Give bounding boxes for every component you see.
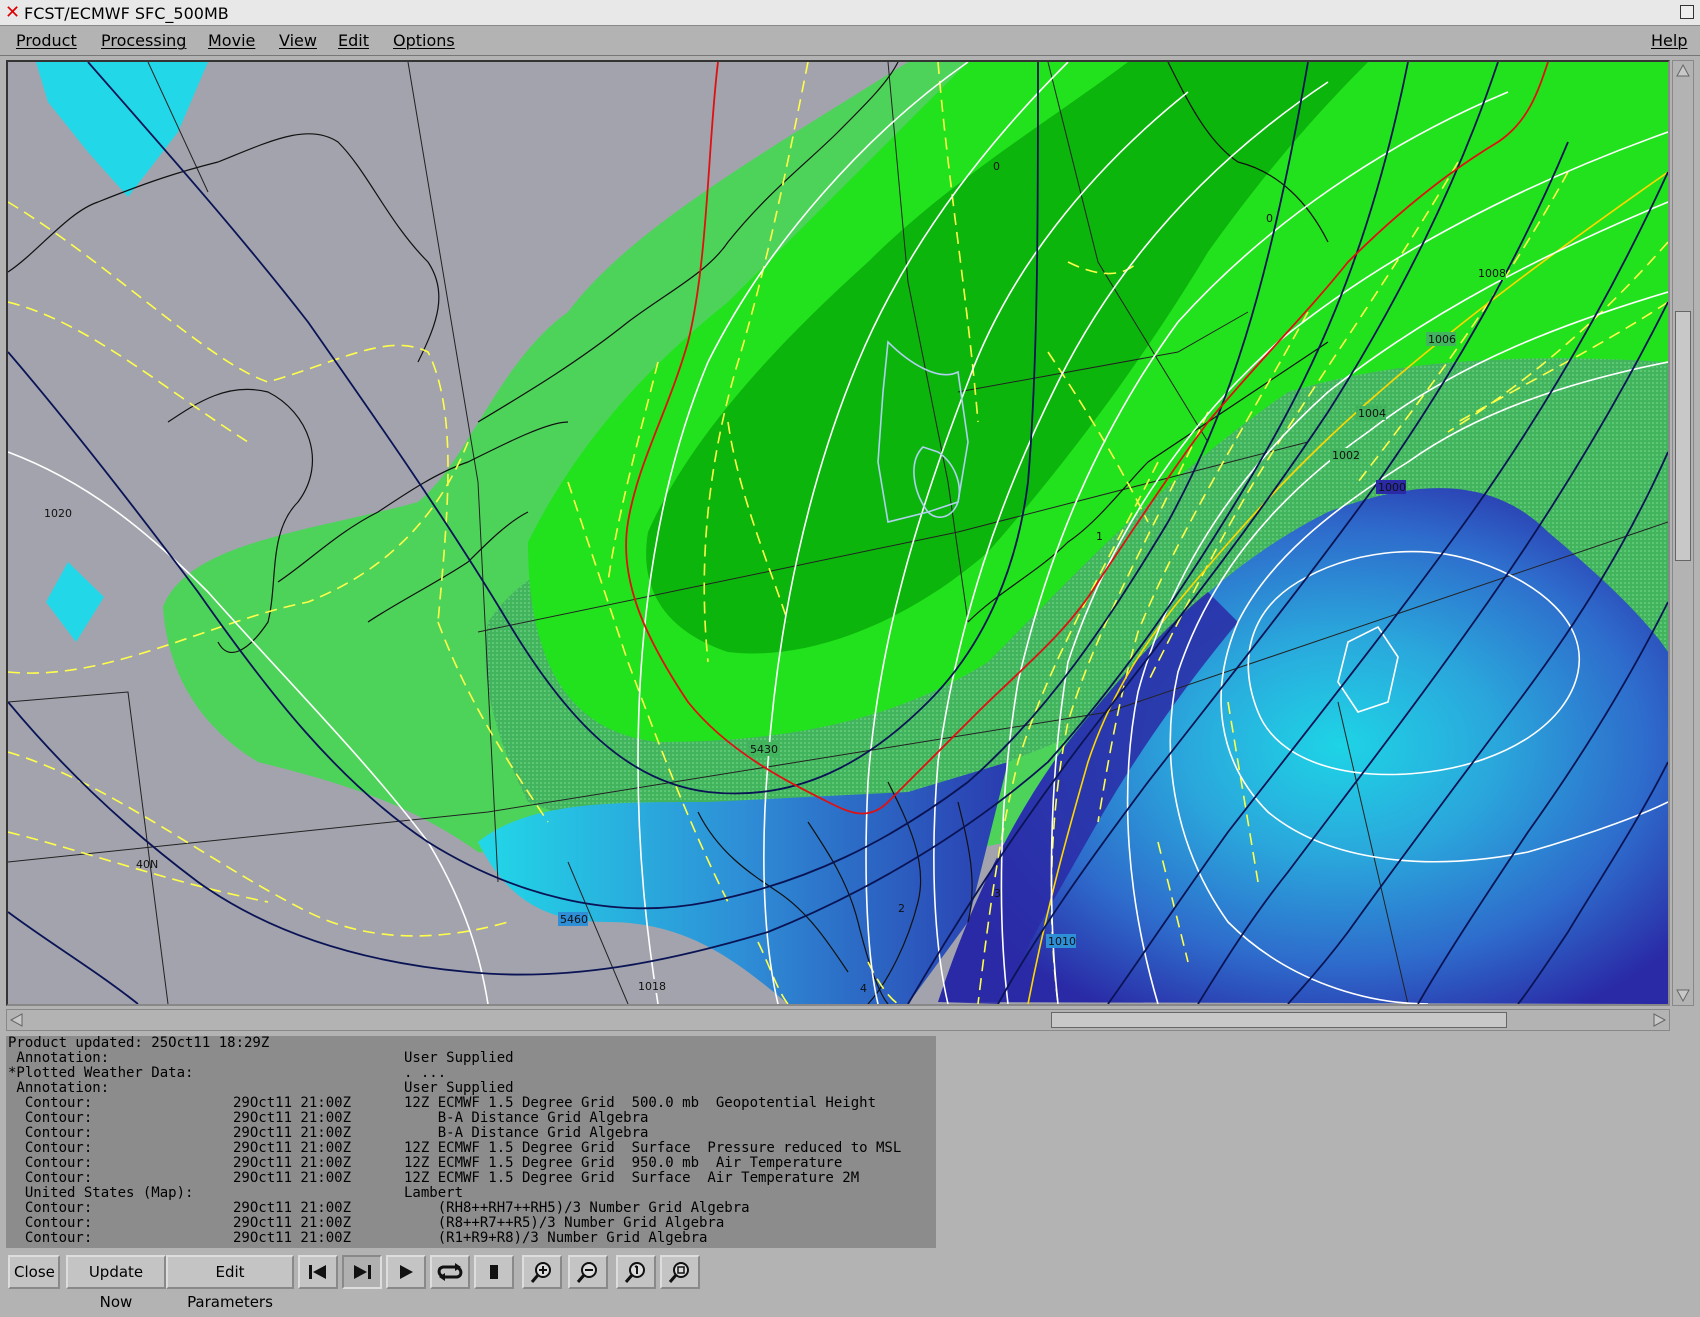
info-row: Contour: 29Oct11 21:00Z B-A Distance Grid… (8, 1125, 649, 1141)
zoom-out-icon (576, 1262, 597, 1283)
isobar-label-1004: 1004 (1358, 407, 1386, 420)
isobar-label-1018: 1018 (638, 980, 666, 993)
info-row: Contour: 29Oct11 21:00Z B-A Distance Grid… (8, 1110, 649, 1126)
menu-movie[interactable]: Movie (208, 31, 255, 50)
close-button[interactable]: Close (8, 1255, 60, 1289)
temp-label-2: 2 (898, 902, 905, 915)
weather-map[interactable]: 1020 1018 1010 1008 1006 1004 1002 1000 … (8, 62, 1668, 1004)
update-now-button[interactable]: Update Now (66, 1255, 166, 1311)
first-frame-button[interactable] (298, 1255, 338, 1289)
info-row: Contour: 29Oct11 21:00Z 12Z ECMWF 1.5 Degr… (8, 1095, 877, 1111)
play-button[interactable] (386, 1255, 426, 1289)
zoom-out-button[interactable] (568, 1255, 608, 1289)
zoom-fit-icon (668, 1262, 689, 1283)
loop-button[interactable] (430, 1255, 470, 1289)
isobar-label-1008: 1008 (1478, 267, 1506, 280)
height-label-5460: 5460 (560, 913, 588, 926)
info-row: Contour: 29Oct11 21:00Z 12Z ECMWF 1.5 Degr… (8, 1170, 860, 1186)
isobar-label-1000: 1000 (1378, 481, 1406, 494)
edit-parameters-button[interactable]: Edit Parameters (166, 1255, 294, 1311)
info-row: Contour: 29Oct11 21:00Z (R8++R7++R5)/3 Nu… (8, 1215, 725, 1231)
first-frame-icon (309, 1265, 326, 1279)
bottom-toolbar: Close Update Now Edit Parameters (6, 1253, 1694, 1311)
horizontal-scrollbar[interactable] (6, 1009, 1670, 1031)
isobar-label-1010: 1010 (1048, 935, 1076, 948)
zoom-in-button[interactable] (522, 1255, 562, 1289)
stop-button[interactable] (474, 1255, 514, 1289)
last-frame-icon (354, 1265, 371, 1279)
temp-label-1: 1 (1096, 530, 1103, 543)
zoom-reset-icon (624, 1262, 645, 1283)
scroll-left-icon[interactable] (9, 1012, 25, 1028)
vertical-scrollbar[interactable] (1672, 60, 1694, 1006)
product-info-panel: Product updated: 25Oct11 18:29Z Annotati… (6, 1036, 936, 1248)
maximize-icon[interactable] (1680, 5, 1694, 19)
info-row: Contour: 29Oct11 21:00Z (RH8++RH7++RH5)/3… (8, 1200, 750, 1216)
menu-processing[interactable]: Processing (101, 31, 186, 50)
last-frame-button[interactable] (342, 1255, 382, 1289)
menu-options[interactable]: Options (393, 31, 455, 50)
window-titlebar: ✕ FCST/ECMWF SFC_500MB (0, 0, 1700, 26)
scroll-right-icon[interactable] (1651, 1012, 1667, 1028)
vertical-scroll-thumb[interactable] (1675, 311, 1691, 561)
temp-label-0b: 0 (1266, 212, 1273, 225)
menu-view[interactable]: View (279, 31, 317, 50)
zoom-in-icon (530, 1262, 551, 1283)
zoom-reset-button[interactable] (616, 1255, 656, 1289)
zoom-fit-button[interactable] (660, 1255, 700, 1289)
info-row: *Plotted Weather Data:. ... (8, 1065, 447, 1081)
play-icon (400, 1265, 413, 1279)
info-row: Contour: 29Oct11 21:00Z 12Z ECMWF 1.5 Degr… (8, 1140, 902, 1156)
temp-label-4: 4 (860, 982, 867, 995)
info-row: Annotation: User Supplied (8, 1080, 514, 1096)
isobar-label-1006: 1006 (1428, 333, 1456, 346)
height-label-5430: 5430 (750, 743, 778, 756)
latitude-label-40n: 40N (136, 858, 158, 871)
temp-label-3: 3 (994, 887, 1001, 900)
info-row: Contour: 29Oct11 21:00Z 12Z ECMWF 1.5 Degr… (8, 1155, 843, 1171)
window-title: FCST/ECMWF SFC_500MB (24, 4, 229, 23)
x-app-icon[interactable]: ✕ (5, 3, 20, 23)
scroll-up-icon[interactable] (1675, 63, 1691, 79)
isobar-label-1002: 1002 (1332, 449, 1360, 462)
map-display[interactable]: 1020 1018 1010 1008 1006 1004 1002 1000 … (6, 60, 1670, 1006)
menu-help[interactable]: Help (1651, 31, 1687, 50)
menubar: Product Processing Movie View Edit Optio… (0, 26, 1700, 56)
stop-icon (490, 1265, 498, 1279)
menu-edit[interactable]: Edit (338, 31, 369, 50)
info-row: United States (Map): Lambert (8, 1185, 464, 1201)
menu-product[interactable]: Product (16, 31, 77, 50)
horizontal-scroll-thumb[interactable] (1051, 1012, 1507, 1028)
loop-icon (437, 1263, 463, 1281)
product-updated: Product updated: 25Oct11 18:29Z (8, 1036, 270, 1051)
isobar-label-1020: 1020 (44, 507, 72, 520)
scroll-down-icon[interactable] (1675, 987, 1691, 1003)
info-row: Annotation: User Supplied (8, 1050, 514, 1066)
info-row: Contour: 29Oct11 21:00Z (R1+R9+R8)/3 Numb… (8, 1230, 708, 1246)
temp-label-0a: 0 (993, 160, 1000, 173)
